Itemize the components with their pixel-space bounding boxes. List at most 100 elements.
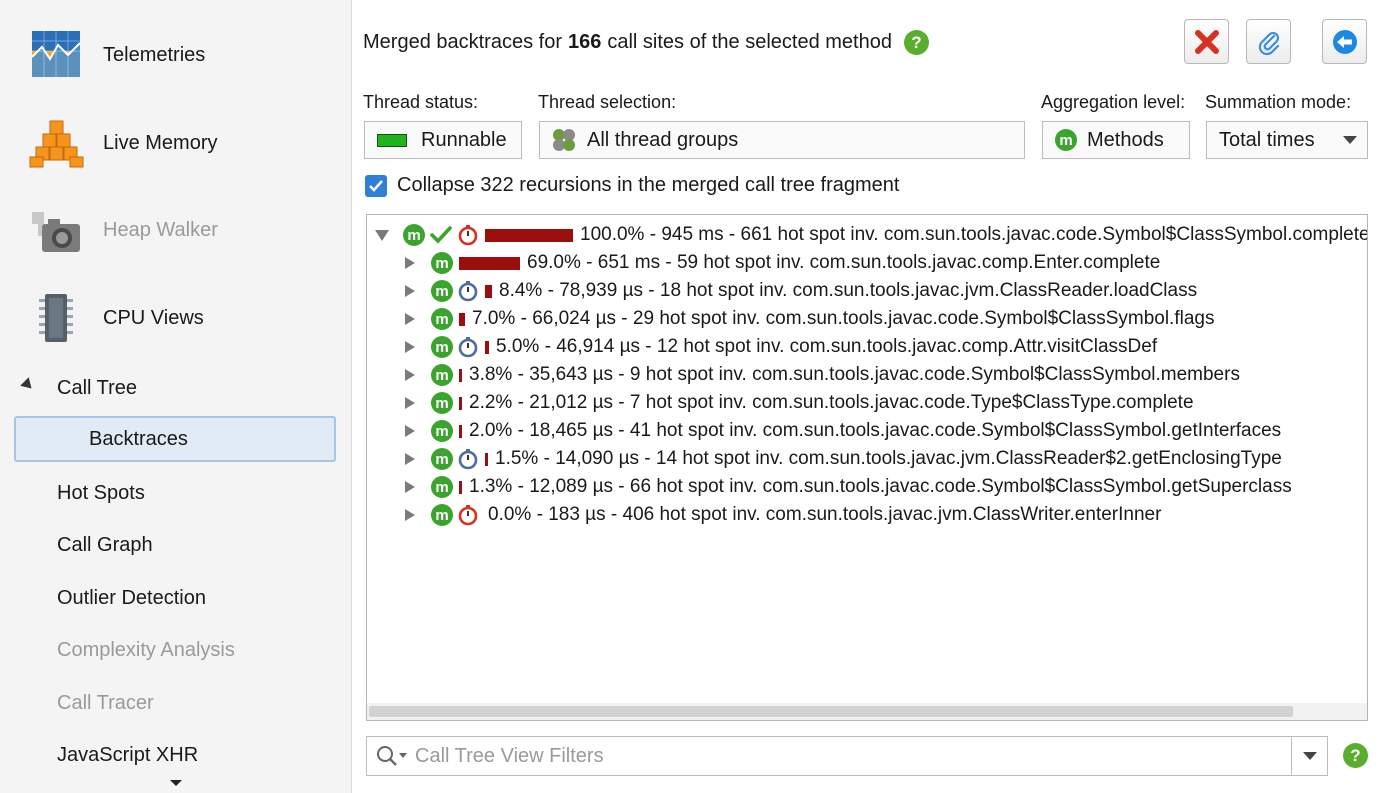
sidebar-item-javascript-xhr[interactable]: JavaScript XHR xyxy=(0,733,350,777)
call-tree-row[interactable]: m 2.0% - 18,465 µs - 41 hot spot inv. com… xyxy=(405,417,1281,445)
filter-dropdown-button[interactable] xyxy=(1291,737,1327,775)
sidebar-item-complexity-analysis[interactable]: Complexity Analysis xyxy=(0,628,350,672)
attach-button[interactable] xyxy=(1246,19,1291,64)
sidebar-item-cpu-views[interactable]: CPU Views xyxy=(0,278,350,358)
expand-node-icon[interactable] xyxy=(405,257,415,269)
sidebar-item-label: Heap Walker xyxy=(103,218,218,241)
scroll-down-arrow-icon[interactable] xyxy=(170,780,182,786)
sidebar-item-live-memory[interactable]: Live Memory xyxy=(0,103,350,183)
call-tree-row[interactable]: m 69.0% - 651 ms - 59 hot spot inv. com.s… xyxy=(405,249,1160,277)
sidebar-item-telemetries[interactable]: Telemetries xyxy=(0,15,350,95)
recursion-timer-red-icon xyxy=(458,225,478,246)
collapse-recursions-label: Collapse 322 recursions in the merged ca… xyxy=(397,174,900,196)
sidebar-item-hot-spots[interactable]: Hot Spots xyxy=(0,471,350,515)
sidebar-item-call-tracer[interactable]: Call Tracer xyxy=(0,681,350,725)
call-tree-row[interactable]: m 1.5% - 14,090 µs - 14 hot spot inv. com… xyxy=(405,445,1282,473)
search-icon[interactable] xyxy=(375,744,411,768)
sidebar-item-label: Outlier Detection xyxy=(57,586,206,609)
expand-node-icon[interactable] xyxy=(405,285,415,297)
timer-blue-icon xyxy=(458,449,478,470)
call-tree-row-label: 3.8% - 35,643 µs - 9 hot spot inv. com.s… xyxy=(469,364,1240,385)
collapse-node-icon[interactable] xyxy=(375,229,389,241)
cpu-chip-icon xyxy=(39,294,73,342)
call-tree-row[interactable]: m 3.8% - 35,643 µs - 9 hot spot inv. com.… xyxy=(405,361,1240,389)
aggregation-level-select[interactable]: m Methods xyxy=(1042,121,1190,159)
expand-node-icon[interactable] xyxy=(405,369,415,381)
percentage-bar xyxy=(459,424,462,438)
expand-node-icon[interactable] xyxy=(405,481,415,493)
percentage-bar xyxy=(485,284,492,298)
call-tree-panel[interactable]: m 100.0% - 945 ms - 661 hot spot inv. com… xyxy=(366,214,1368,721)
runnable-status-icon xyxy=(377,133,407,147)
call-tree-row[interactable]: m 7.0% - 66,024 µs - 29 hot spot inv. com… xyxy=(405,305,1214,333)
timer-blue-icon xyxy=(458,337,478,358)
expand-node-icon[interactable] xyxy=(405,397,415,409)
call-tree-row-label: 100.0% - 945 ms - 661 hot spot inv. com.… xyxy=(580,224,1368,245)
call-tree-row-label: 1.5% - 14,090 µs - 14 hot spot inv. com.… xyxy=(495,448,1282,469)
expand-node-icon[interactable] xyxy=(405,313,415,325)
chevron-down-icon xyxy=(1302,752,1317,760)
call-tree-row[interactable]: m 100.0% - 945 ms - 661 hot spot inv. com… xyxy=(375,221,1368,249)
thread-selection-value: All thread groups xyxy=(587,128,739,151)
sidebar-item-label: Complexity Analysis xyxy=(57,638,235,661)
sidebar-item-heap-walker[interactable]: Heap Walker xyxy=(0,190,350,270)
expand-node-icon[interactable] xyxy=(405,509,415,521)
call-tree-row-label: 5.0% - 46,914 µs - 12 hot spot inv. com.… xyxy=(496,336,1158,357)
percentage-bar xyxy=(485,228,573,242)
horizontal-scrollbar[interactable] xyxy=(367,703,1367,720)
summation-mode-select[interactable]: Total times xyxy=(1206,121,1368,159)
sidebar-item-backtraces[interactable]: Backtraces xyxy=(14,416,336,462)
sidebar-item-label: Hot Spots xyxy=(57,481,145,504)
method-icon: m xyxy=(431,392,453,414)
filter-help-icon[interactable]: ? xyxy=(1343,743,1368,768)
sidebar-item-call-tree[interactable]: Call Tree xyxy=(0,366,350,410)
call-tree-row[interactable]: m 0.0% - 183 µs - 406 hot spot inv. com.s… xyxy=(405,501,1161,529)
thread-selection-select[interactable]: All thread groups xyxy=(539,121,1025,159)
collapse-recursions-option[interactable]: Collapse 322 recursions in the merged ca… xyxy=(365,174,899,197)
chevron-down-icon xyxy=(1343,136,1357,144)
recursion-timer-red-icon xyxy=(458,505,478,526)
aggregation-level-value: Methods xyxy=(1087,128,1164,151)
call-tree-row[interactable]: m 8.4% - 78,939 µs - 18 hot spot inv. com… xyxy=(405,277,1197,305)
method-icon: m xyxy=(403,224,425,246)
expand-node-icon[interactable] xyxy=(405,341,415,353)
sidebar-item-outlier-detection[interactable]: Outlier Detection xyxy=(0,576,350,620)
view-filter-input[interactable] xyxy=(415,744,1275,768)
back-button[interactable] xyxy=(1322,19,1367,64)
method-icon: m xyxy=(431,308,453,330)
scrollbar-thumb[interactable] xyxy=(369,706,1293,717)
thread-status-select[interactable]: Runnable xyxy=(364,121,522,159)
expand-node-icon[interactable] xyxy=(405,425,415,437)
percentage-bar xyxy=(459,480,462,494)
method-icon: m xyxy=(1055,129,1077,151)
telemetries-chart-icon xyxy=(31,31,81,77)
sidebar-item-label: Live Memory xyxy=(103,131,218,154)
call-tree-row[interactable]: m 5.0% - 46,914 µs - 12 hot spot inv. com… xyxy=(405,333,1157,361)
sidebar-item-label: Call Graph xyxy=(57,533,153,556)
summation-mode-value: Total times xyxy=(1219,128,1315,151)
call-tree-row-label: 2.0% - 18,465 µs - 41 hot spot inv. com.… xyxy=(469,420,1282,441)
checkmark-icon xyxy=(369,179,383,192)
method-icon: m xyxy=(431,336,453,358)
title-prefix: Merged backtraces for xyxy=(363,31,562,53)
call-tree-row[interactable]: m 1.3% - 12,089 µs - 66 hot spot inv. com… xyxy=(405,473,1292,501)
sidebar-item-label: Call Tracer xyxy=(57,691,154,714)
percentage-bar xyxy=(459,368,462,382)
percentage-bar xyxy=(485,340,489,354)
heap-walker-camera-icon xyxy=(32,212,80,252)
method-icon: m xyxy=(431,420,453,442)
percentage-bar xyxy=(485,452,488,466)
title-suffix: call sites of the selected method xyxy=(607,31,892,53)
call-site-count: 166 xyxy=(567,31,602,53)
help-icon[interactable]: ? xyxy=(903,30,929,55)
collapse-triangle-icon[interactable] xyxy=(20,377,36,393)
view-filter-box[interactable] xyxy=(366,736,1328,776)
sidebar-item-call-graph[interactable]: Call Graph xyxy=(0,523,350,567)
close-button[interactable] xyxy=(1184,19,1229,64)
method-icon: m xyxy=(431,280,453,302)
expand-node-icon[interactable] xyxy=(405,453,415,465)
collapse-recursions-checkbox[interactable] xyxy=(365,174,387,197)
call-tree-row[interactable]: m 2.2% - 21,012 µs - 7 hot spot inv. com.… xyxy=(405,389,1194,417)
sidebar: Telemetries Live Memory Heap Walker CPU … xyxy=(0,0,352,793)
thread-groups-icon xyxy=(553,129,575,151)
